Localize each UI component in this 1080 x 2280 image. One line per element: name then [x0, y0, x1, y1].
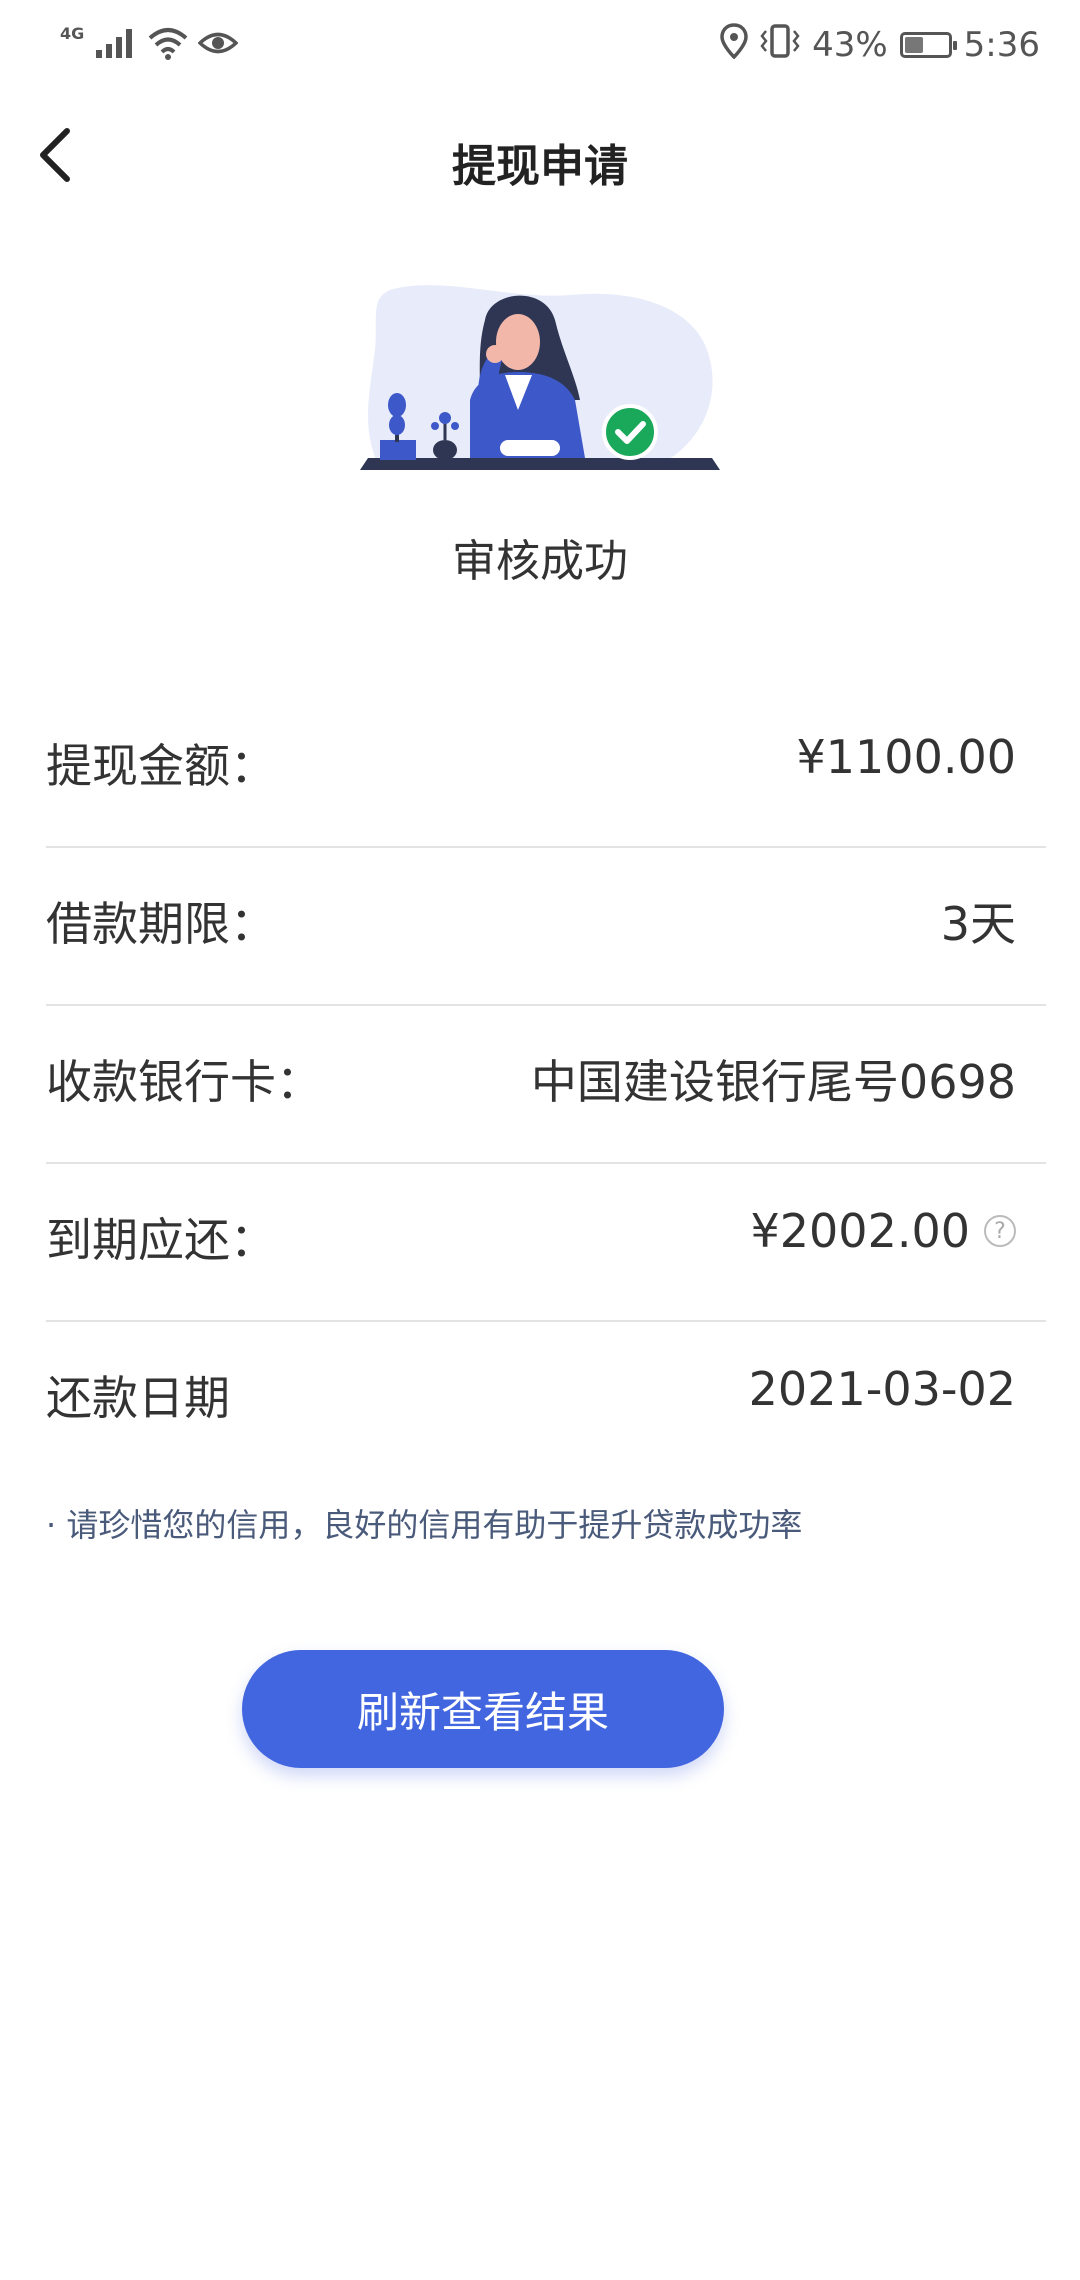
detail-value: 中国建设银行尾号0698	[531, 1046, 1016, 1112]
refresh-result-button[interactable]: 刷新查看结果	[242, 1650, 724, 1768]
detail-label: 提现金额：	[46, 739, 276, 793]
signal-icon	[94, 26, 138, 64]
battery-percent: 43%	[812, 25, 888, 65]
battery-icon	[899, 32, 957, 58]
repay-date-value: 2021-03-02	[748, 1362, 1016, 1416]
vibrate-icon	[760, 23, 800, 68]
detail-value: ¥2002.00 ?	[750, 1204, 1016, 1258]
bank-card-value: 中国建设银行尾号0698	[530, 1055, 1016, 1109]
detail-row-bank-card: 收款银行卡： 中国建设银行尾号0698	[46, 1006, 1046, 1164]
amount-value: ¥1100.00	[796, 730, 1017, 784]
battery-fill	[904, 37, 923, 53]
detail-label: 借款期限：	[46, 897, 276, 951]
detail-row-repay-date: 还款日期 2021-03-02	[46, 1322, 1046, 1478]
help-icon[interactable]: ?	[984, 1215, 1016, 1247]
wifi-icon	[148, 26, 188, 64]
network-type: 4G	[60, 23, 85, 43]
app-header: 提现申请	[0, 92, 1080, 232]
eye-icon	[197, 28, 239, 62]
detail-row-amount: 提现金额： ¥1100.00	[46, 690, 1046, 848]
clock: 5:36	[963, 25, 1040, 65]
credit-notice: · 请珍惜您的信用，良好的信用有助于提升贷款成功率	[46, 1506, 803, 1544]
review-status: 审核成功	[452, 536, 628, 587]
due-amount-value: ¥2002.00	[750, 1204, 971, 1258]
detail-label: 还款日期	[46, 1371, 230, 1425]
detail-row-term: 借款期限： 3天	[46, 848, 1046, 1006]
status-right: 43% 5:36	[720, 22, 1040, 68]
detail-label: 到期应还：	[46, 1213, 276, 1267]
detail-label: 收款银行卡：	[46, 1055, 322, 1109]
success-illustration	[350, 280, 730, 500]
location-icon	[720, 22, 748, 68]
detail-value: 2021-03-02	[749, 1362, 1016, 1416]
status-left: 4G	[60, 22, 239, 68]
detail-row-due-amount: 到期应还： ¥2002.00 ?	[46, 1164, 1046, 1322]
term-value: 3天	[940, 897, 1016, 951]
detail-value: 3天	[941, 888, 1016, 954]
page-title: 提现申请	[452, 141, 628, 192]
withdrawal-details: 提现金额： ¥1100.00 借款期限： 3天 收款银行卡： 中国建设银行尾号0…	[46, 690, 1046, 1478]
detail-value: ¥1100.00	[797, 730, 1017, 784]
status-bar: 4G 43% 5:36	[0, 0, 1080, 92]
